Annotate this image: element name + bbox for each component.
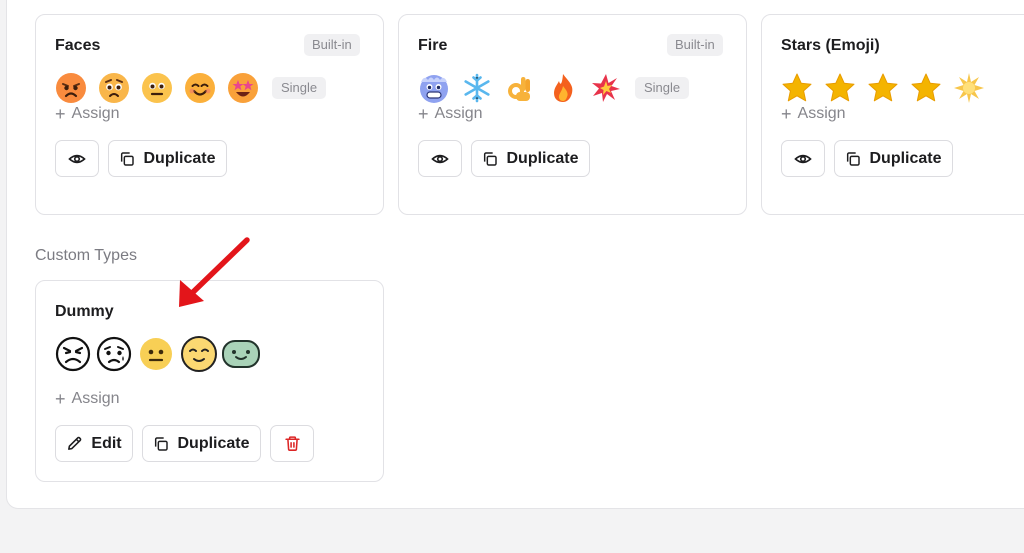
star-icon [824, 70, 867, 106]
annotation-arrow-icon [179, 237, 250, 307]
star-icon [781, 70, 824, 106]
snowflake-icon [461, 70, 504, 106]
settings-panel: Faces Built-in Single + Assign Duplicate… [6, 0, 1024, 509]
copy-icon [121, 151, 135, 166]
delete-button[interactable] [270, 425, 314, 462]
angry-outline-icon [55, 336, 96, 372]
fire-icon [547, 70, 590, 106]
sad-outline-icon [96, 336, 139, 372]
copy-icon [484, 151, 498, 166]
ok-hand-icon [504, 70, 547, 106]
plus-icon: + [781, 104, 792, 124]
glowing-star-icon [953, 70, 996, 106]
rating-type-card-stars: Stars (Emoji) + Assign Duplicate [761, 14, 1024, 215]
collision-icon [590, 70, 633, 106]
duplicate-button[interactable]: Duplicate [142, 425, 261, 462]
preview-button[interactable] [55, 140, 99, 177]
emoji-row [55, 336, 262, 372]
assign-label: Assign [71, 105, 120, 122]
neutral-yellow-icon [139, 336, 180, 372]
assign-link[interactable]: + Assign [55, 105, 120, 123]
duplicate-button[interactable]: Duplicate [108, 140, 227, 177]
emoji-row: Single [55, 70, 327, 106]
built-in-badge: Built-in [667, 34, 723, 56]
preview-button[interactable] [418, 140, 462, 177]
pencil-icon [68, 436, 82, 450]
duplicate-label: Duplicate [869, 149, 942, 167]
green-blob-icon [221, 336, 262, 372]
star-icon [910, 70, 953, 106]
assign-link[interactable]: + Assign [781, 105, 846, 123]
assign-label: Assign [71, 390, 120, 407]
eye-icon [68, 154, 86, 163]
duplicate-label: Duplicate [506, 149, 579, 167]
smiling-face-icon [184, 70, 227, 106]
mode-badge: Single [635, 77, 690, 99]
mode-badge: Single [272, 77, 327, 99]
copy-icon [155, 436, 169, 451]
worried-face-icon [98, 70, 141, 106]
rating-type-card-fire: Fire Built-in Single + Assign Duplicate [398, 14, 747, 215]
star-icon [867, 70, 910, 106]
cold-face-icon [418, 70, 461, 106]
copy-icon [847, 151, 861, 166]
preview-button[interactable] [781, 140, 825, 177]
angry-face-icon [55, 70, 98, 106]
trash-icon [284, 436, 300, 451]
edit-button[interactable]: Edit [55, 425, 133, 462]
rating-type-card-faces: Faces Built-in Single + Assign Duplicate [35, 14, 384, 215]
duplicate-button[interactable]: Duplicate [834, 140, 953, 177]
plus-icon: + [418, 104, 429, 124]
eye-icon [431, 154, 449, 163]
section-heading-custom-types: Custom Types [35, 247, 137, 264]
card-title: Fire [418, 37, 448, 54]
plus-icon: + [55, 104, 66, 124]
card-title: Dummy [55, 303, 114, 320]
card-title: Stars (Emoji) [781, 37, 880, 54]
assign-label: Assign [797, 105, 846, 122]
emoji-row: Single [418, 70, 690, 106]
card-title: Faces [55, 37, 101, 54]
star-struck-face-icon [227, 70, 270, 106]
duplicate-button[interactable]: Duplicate [471, 140, 590, 177]
duplicate-label: Duplicate [177, 434, 250, 452]
content-face-icon [180, 336, 221, 372]
neutral-face-icon [141, 70, 184, 106]
plus-icon: + [55, 389, 66, 409]
edit-label: Edit [91, 434, 122, 452]
built-in-badge: Built-in [304, 34, 360, 56]
assign-label: Assign [434, 105, 483, 122]
assign-link[interactable]: + Assign [55, 390, 120, 408]
assign-link[interactable]: + Assign [418, 105, 483, 123]
duplicate-label: Duplicate [143, 149, 216, 167]
emoji-row [781, 70, 996, 106]
eye-icon [794, 154, 812, 163]
